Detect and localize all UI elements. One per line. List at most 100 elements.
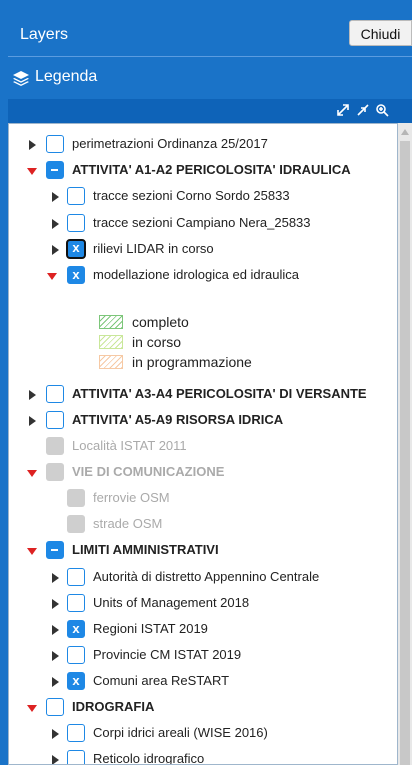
layer-label[interactable]: tracce sezioni Corno Sordo 25833 [93,188,290,203]
panel-header: Layers Chiudi [0,0,412,54]
layer-tree: perimetrazioni Ordinanza 25/2017 ATTIVITA… [8,123,398,765]
layer-label[interactable]: VIE DI COMUNICAZIONE [72,464,224,479]
layer-label[interactable]: Località ISTAT 2011 [72,438,187,453]
close-button[interactable]: Chiudi [349,20,412,46]
expand-arrow-icon[interactable] [52,245,59,255]
layer-row: IDROGRAFIA [9,697,397,719]
layer-checkbox [46,437,64,455]
layer-checkbox[interactable] [46,698,64,716]
expand-arrow-icon[interactable] [52,625,59,635]
collapse-all-icon[interactable] [356,103,370,117]
expand-arrow-icon[interactable] [29,416,36,426]
legend-toggle[interactable]: Legenda [8,56,412,98]
layer-row: ATTIVITA' A1-A2 PERICOLOSITA' IDRAULICA [9,160,397,182]
layer-row: Reticolo idrografico [9,749,397,764]
legend-entry: in programmazione [99,354,299,372]
layer-row: tracce sezioni Campiano Nera_25833 [9,213,397,235]
layer-label[interactable]: Autorità di distretto Appennino Centrale [93,569,319,584]
layer-checkbox [67,515,85,533]
layer-label[interactable]: Provincie CM ISTAT 2019 [93,647,241,662]
layer-checkbox[interactable] [67,750,85,764]
panel-title: Layers [20,26,69,43]
layer-checkbox[interactable] [46,385,64,403]
layer-row: x modellazione idrologica ed idraulica [9,265,397,287]
layer-label[interactable]: ferrovie OSM [93,490,170,505]
layer-row: tracce sezioni Corno Sordo 25833 [9,186,397,208]
expand-arrow-icon[interactable] [52,599,59,609]
layer-checkbox[interactable] [67,724,85,742]
legend-label: Legenda [35,68,98,85]
collapse-arrow-icon[interactable] [27,705,37,712]
layer-label[interactable]: rilievi LIDAR in corso [93,241,214,256]
layer-row: ATTIVITA' A3-A4 PERICOLOSITA' DI VERSANT… [9,384,397,406]
layer-checkbox[interactable] [67,594,85,612]
legend-label-in-corso: in corso [132,334,182,350]
layer-label[interactable]: strade OSM [93,516,162,531]
collapse-arrow-icon[interactable] [27,470,37,477]
swatch-in-programmazione [99,355,123,369]
collapse-arrow-icon[interactable] [27,548,37,555]
layers-panel: Layers Chiudi Legenda perimetrazioni Ord… [0,0,412,765]
swatch-completo [99,315,123,329]
layer-row: x rilievi LIDAR in corso [9,239,397,261]
layer-label[interactable]: Reticolo idrografico [93,751,204,764]
layer-checkbox [46,463,64,481]
expand-arrow-icon[interactable] [52,192,59,202]
expand-all-icon[interactable] [336,103,350,117]
collapse-arrow-icon[interactable] [47,273,57,280]
layer-row: Località ISTAT 2011 [9,436,397,458]
layer-row: ferrovie OSM [9,488,397,510]
zoom-icon[interactable] [375,103,389,117]
legend-entry: completo [99,314,249,332]
layer-row: VIE DI COMUNICAZIONE [9,462,397,484]
scrollbar-thumb[interactable] [400,141,410,765]
layer-checkbox[interactable] [67,568,85,586]
layer-checkbox[interactable] [67,646,85,664]
swatch-in-corso [99,335,123,349]
expand-arrow-icon[interactable] [29,390,36,400]
layer-checkbox[interactable]: x [67,266,85,284]
layer-label[interactable]: Regioni ISTAT 2019 [93,621,208,636]
expand-arrow-icon[interactable] [52,677,59,687]
legend-label-in-programmazione: in programmazione [132,354,252,370]
layer-label[interactable]: modellazione idrologica ed idraulica [93,267,299,282]
scrollbar[interactable] [398,123,412,765]
layer-label[interactable]: perimetrazioni Ordinanza 25/2017 [72,136,268,151]
layer-checkbox[interactable] [46,135,64,153]
layer-row: perimetrazioni Ordinanza 25/2017 [9,134,397,156]
layer-checkbox[interactable] [67,187,85,205]
layer-label[interactable]: tracce sezioni Campiano Nera_25833 [93,215,311,230]
layer-checkbox [67,489,85,507]
layer-checkbox[interactable] [46,411,64,429]
expand-arrow-icon[interactable] [52,755,59,764]
layer-label[interactable]: Comuni area ReSTART [93,673,229,688]
layer-checkbox[interactable] [46,161,64,179]
legend-label-completo: completo [132,314,189,330]
layer-row: Corpi idrici areali (WISE 2016) [9,723,397,745]
layers-icon [13,71,29,86]
layer-checkbox[interactable] [46,541,64,559]
layer-row: Units of Management 2018 [9,593,397,615]
layer-label[interactable]: ATTIVITA' A5-A9 RISORSA IDRICA [72,412,283,427]
layer-checkbox[interactable]: x [67,672,85,690]
expand-arrow-icon[interactable] [52,219,59,229]
layer-label[interactable]: IDROGRAFIA [72,699,154,714]
collapse-arrow-icon[interactable] [27,168,37,175]
layer-label[interactable]: Units of Management 2018 [93,595,249,610]
layer-row: x Regioni ISTAT 2019 [9,619,397,641]
expand-arrow-icon[interactable] [52,573,59,583]
layer-checkbox[interactable] [67,214,85,232]
layer-label[interactable]: ATTIVITA' A3-A4 PERICOLOSITA' DI VERSANT… [72,386,367,401]
expand-arrow-icon[interactable] [52,729,59,739]
layer-row: Provincie CM ISTAT 2019 [9,645,397,667]
expand-arrow-icon[interactable] [29,140,36,150]
layer-label[interactable]: Corpi idrici areali (WISE 2016) [93,725,268,740]
layer-row: Autorità di distretto Appennino Centrale [9,567,397,589]
layer-checkbox[interactable]: x [66,239,86,259]
layer-label[interactable]: LIMITI AMMINISTRATIVI [72,542,219,557]
layer-checkbox[interactable]: x [67,620,85,638]
layer-row: x Comuni area ReSTART [9,671,397,693]
expand-arrow-icon[interactable] [52,651,59,661]
scroll-up-icon[interactable] [401,129,409,135]
layer-label[interactable]: ATTIVITA' A1-A2 PERICOLOSITA' IDRAULICA [72,162,351,177]
